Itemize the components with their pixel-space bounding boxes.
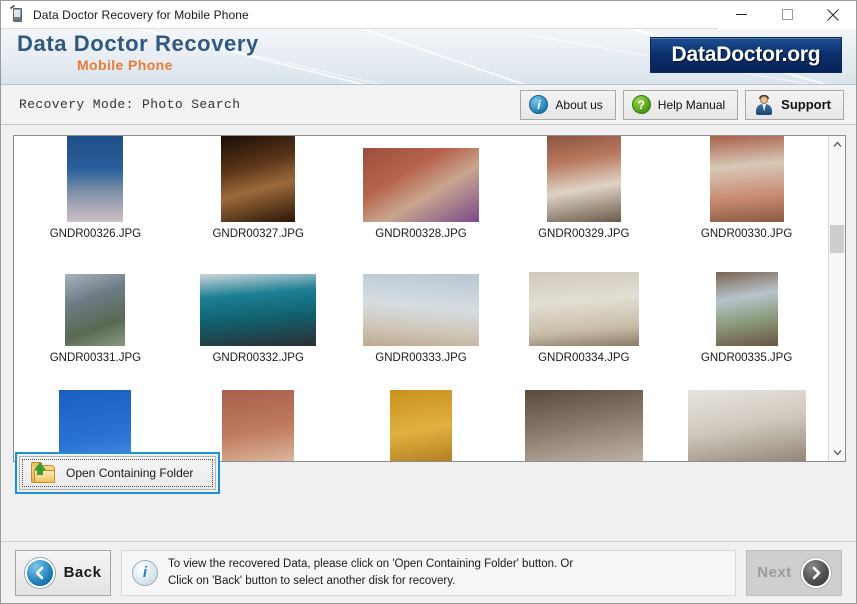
toolbar: Recovery Mode: Photo Search i About us ?… xyxy=(1,85,856,125)
file-name-label: GNDR00328.JPG xyxy=(375,228,467,240)
info-icon: i xyxy=(132,559,158,586)
list-item[interactable]: GNDR00328.JPG xyxy=(340,136,503,244)
status-message-line-1: To view the recovered Data, please click… xyxy=(168,557,574,570)
minimize-button[interactable] xyxy=(718,0,764,29)
thumbnail-image[interactable] xyxy=(709,136,784,222)
logo-text: DataDoctor.org xyxy=(671,43,821,66)
thumbnail-grid: GNDR00321.JPG GNDR00322.JPG GNDR00323.JP… xyxy=(14,136,828,461)
file-name-label: GNDR00334.JPG xyxy=(538,352,630,364)
support-label: Support xyxy=(781,97,831,112)
list-item[interactable]: GNDR00336.JPG xyxy=(14,368,177,461)
back-label: Back xyxy=(63,564,102,581)
thumbnail-image[interactable] xyxy=(65,274,126,346)
scrollbar-track[interactable] xyxy=(829,153,845,444)
open-containing-folder-button[interactable]: Open Containing Folder xyxy=(19,456,216,490)
vertical-scrollbar[interactable] xyxy=(828,136,845,461)
thumbnail-scroll-viewport: GNDR00321.JPG GNDR00322.JPG GNDR00323.JP… xyxy=(14,136,828,461)
about-us-button[interactable]: i About us xyxy=(520,89,616,120)
help-manual-button[interactable]: ? Help Manual xyxy=(622,89,739,120)
file-name-label: GNDR00331.JPG xyxy=(49,352,142,364)
list-item[interactable]: GNDR00340.JPG xyxy=(665,368,828,461)
question-mark-icon: ? xyxy=(631,95,651,114)
file-name-label: GNDR00327.JPG xyxy=(212,228,304,240)
status-message-line-2: Click on 'Back' button to select another… xyxy=(168,574,456,587)
support-person-icon xyxy=(754,94,774,115)
file-name-label: GNDR00335.JPG xyxy=(700,352,793,364)
minimize-icon xyxy=(735,14,747,15)
thumbnail-image[interactable] xyxy=(389,390,452,461)
list-item[interactable]: GNDR00333.JPG xyxy=(340,244,503,368)
arrow-left-circle-icon xyxy=(24,557,55,588)
thumbnail-image[interactable] xyxy=(524,390,643,461)
list-item[interactable]: GNDR00338.JPG xyxy=(340,368,503,461)
content-area: GNDR00321.JPG GNDR00322.JPG GNDR00323.JP… xyxy=(1,125,856,541)
chevron-up-icon xyxy=(833,141,841,147)
file-name-label: GNDR00332.JPG xyxy=(212,352,304,364)
list-item[interactable]: GNDR00327.JPG xyxy=(177,136,340,244)
file-name-label: GNDR00329.JPG xyxy=(538,228,630,240)
recovery-mode-label: Recovery Mode: Photo Search xyxy=(19,97,241,112)
file-name-label: GNDR00330.JPG xyxy=(700,228,793,240)
chevron-down-icon xyxy=(833,450,841,456)
support-button[interactable]: Support xyxy=(745,89,844,120)
thumbnail-image[interactable] xyxy=(222,390,295,461)
brand-subtitle: Mobile Phone xyxy=(77,57,173,73)
status-message-box: i To view the recovered Data, please cli… xyxy=(121,549,736,596)
toolbar-buttons: i About us ? Help Manual Support xyxy=(520,89,844,120)
list-item[interactable]: GNDR00331.JPG xyxy=(14,244,177,368)
window-controls xyxy=(718,0,856,29)
list-item[interactable]: GNDR00339.JPG xyxy=(502,368,665,461)
list-item[interactable]: GNDR00329.JPG xyxy=(502,136,665,244)
about-us-label: About us xyxy=(555,97,603,112)
window-title: Data Doctor Recovery for Mobile Phone xyxy=(33,7,249,22)
open-containing-folder-label: Open Containing Folder xyxy=(66,466,194,480)
maximize-icon xyxy=(781,9,793,20)
thumbnail-image[interactable] xyxy=(715,272,778,346)
folder-up-arrow-icon xyxy=(30,462,56,484)
list-item[interactable]: GNDR00326.JPG xyxy=(14,136,177,244)
thumbnail-image[interactable] xyxy=(687,390,806,461)
status-message: To view the recovered Data, please click… xyxy=(168,556,573,589)
brand-header: Data Doctor Recovery Mobile Phone DataDo… xyxy=(1,29,856,85)
thumbnail-image[interactable] xyxy=(362,148,479,222)
application-window: Data Doctor Recovery for Mobile Phone Da… xyxy=(0,0,857,604)
thumbnail-image[interactable] xyxy=(362,274,479,346)
thumbnail-image[interactable] xyxy=(221,136,296,222)
open-containing-folder-focus-ring: Open Containing Folder xyxy=(15,452,220,494)
mobile-phone-icon xyxy=(8,4,26,24)
scroll-up-button[interactable] xyxy=(829,136,845,153)
close-icon xyxy=(827,8,839,21)
file-name-label: GNDR00333.JPG xyxy=(375,352,467,364)
brand-title: Data Doctor Recovery xyxy=(17,31,259,56)
thumbnail-image[interactable] xyxy=(200,274,317,346)
back-button[interactable]: Back xyxy=(15,549,111,596)
decorative-streak xyxy=(330,29,691,84)
thumbnail-image[interactable] xyxy=(67,136,124,222)
recovered-files-panel: GNDR00321.JPG GNDR00322.JPG GNDR00323.JP… xyxy=(13,135,846,462)
maximize-button[interactable] xyxy=(764,0,810,29)
thumbnail-image[interactable] xyxy=(59,390,132,461)
list-item[interactable]: GNDR00332.JPG xyxy=(177,244,340,368)
datadoctor-logo[interactable]: DataDoctor.org xyxy=(650,37,842,73)
list-item[interactable]: GNDR00337.JPG xyxy=(177,368,340,461)
next-button[interactable]: Next xyxy=(746,549,842,596)
thumbnail-image[interactable] xyxy=(528,272,639,346)
title-bar: Data Doctor Recovery for Mobile Phone xyxy=(1,0,856,29)
list-item[interactable]: GNDR00334.JPG xyxy=(502,244,665,368)
close-button[interactable] xyxy=(810,0,856,29)
arrow-right-circle-icon xyxy=(800,557,831,588)
thumbnail-image[interactable] xyxy=(546,136,621,222)
info-icon: i xyxy=(529,95,549,114)
scrollbar-thumb[interactable] xyxy=(830,225,844,253)
list-item[interactable]: GNDR00335.JPG xyxy=(665,244,828,368)
scroll-down-button[interactable] xyxy=(829,444,845,461)
help-manual-label: Help Manual xyxy=(657,97,726,112)
footer-bar: Back i To view the recovered Data, pleas… xyxy=(1,541,856,603)
list-item[interactable]: GNDR00330.JPG xyxy=(665,136,828,244)
file-name-label: GNDR00326.JPG xyxy=(49,228,142,240)
next-label: Next xyxy=(757,564,792,581)
